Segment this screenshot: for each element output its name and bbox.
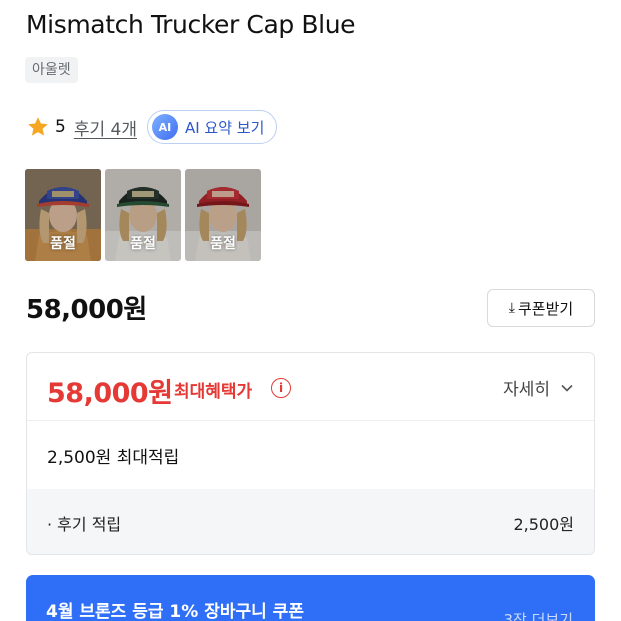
benefit-detail-toggle[interactable]: 자세히 [503,375,574,400]
ai-summary-button[interactable]: AI AI 요약 보기 [146,110,278,144]
coupon-banner[interactable]: 4월 브론즈 등급 1% 장바구니 쿠폰 3장 더보기 [26,575,595,621]
coupon-more-link[interactable]: 3장 더보기 [503,609,573,621]
soldout-label: 품절 [130,236,156,252]
detail-label: 자세히 [503,380,550,400]
review-points-row: · 후기 적립 2,500원 [27,489,594,554]
option-thumbnail-black[interactable]: 품절 [105,169,181,261]
option-thumbnail-blue[interactable]: 품절 [25,169,101,261]
review-count-link[interactable]: 후기 4개 [74,115,137,140]
product-title: Mismatch Trucker Cap Blue [26,10,356,39]
download-icon: ⤓ [508,300,515,316]
ai-badge-icon: AI [151,114,178,140]
star-icon [28,117,48,136]
chevron-down-icon [561,384,573,392]
max-points-text: 2,500원 최대적립 [47,448,180,468]
info-icon[interactable]: i [271,378,291,398]
coupon-banner-text: 4월 브론즈 등급 1% 장바구니 쿠폰 [46,602,304,621]
max-benefit-label: 최대혜택가 [174,382,253,402]
product-detail-page: Mismatch Trucker Cap Blue 아울렛 5 후기 4개 AI… [0,0,621,621]
option-thumbnails: 품절 품절 품절 [25,169,261,261]
soldout-label: 품절 [210,236,236,252]
coupon-download-button[interactable]: ⤓ 쿠폰받기 [487,289,595,327]
product-price: 58,000원 [26,295,147,325]
max-benefit-price: 58,000원 [47,378,173,409]
benefit-panel: 58,000원 최대혜택가 i 자세히 2,500원 최대적립 · 후기 적립 … [26,352,595,555]
soldout-label: 품절 [50,236,76,252]
review-points-label: · 후기 적립 [47,515,122,534]
benefit-header: 58,000원 최대혜택가 i 자세히 [27,353,594,421]
coupon-button-label: 쿠폰받기 [518,299,574,318]
review-points-value: 2,500원 [513,515,574,534]
option-thumbnail-red[interactable]: 품절 [185,169,261,261]
outlet-tag: 아울렛 [25,57,78,83]
ai-summary-label: AI 요약 보기 [184,118,265,137]
rating-score: 5 [55,117,66,137]
rating-row: 5 후기 4개 AI AI 요약 보기 [26,110,278,144]
